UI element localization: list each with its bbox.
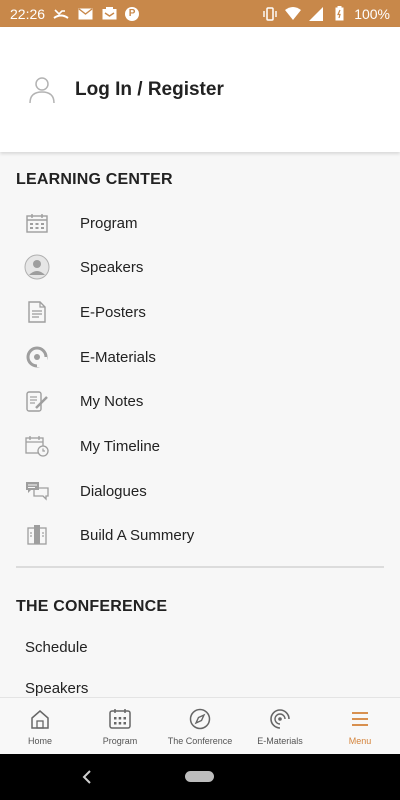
menu-item-program[interactable]: Program [0, 201, 400, 245]
vibrate-icon [262, 6, 278, 22]
menu-item-label: Dialogues [80, 482, 147, 500]
menu-item-speakers[interactable]: Speakers [0, 245, 400, 289]
mail-icon [77, 6, 93, 22]
calendar-icon [24, 210, 50, 236]
menu-item-my-timeline[interactable]: My Timeline [0, 424, 400, 468]
notes-pencil-icon [24, 388, 50, 414]
back-chevron-icon[interactable] [80, 768, 94, 786]
missed-call-icon [53, 6, 69, 22]
e-materials-icon [24, 344, 50, 370]
compass-icon [189, 708, 211, 730]
document-icon [24, 299, 50, 325]
menu-item-label: My Timeline [80, 437, 161, 455]
calendar-icon [109, 708, 131, 730]
home-pill[interactable] [185, 771, 214, 782]
nav-e-materials[interactable]: E-Materials [240, 698, 320, 754]
signal-icon [308, 6, 324, 22]
menu-item-label: Program [80, 214, 138, 232]
nav-label: Menu [348, 736, 372, 746]
app-screen: 22:26 P 100% Log In / Register LEARNING … [0, 0, 400, 800]
battery-icon [331, 6, 347, 22]
inbox-icon [101, 6, 117, 22]
user-outline-icon [29, 76, 55, 103]
nav-label: Home [27, 736, 52, 746]
nav-label: E-Materials [257, 736, 303, 746]
menu-item-build-a-summery[interactable]: Build A Summery [0, 513, 400, 557]
login-register-row[interactable]: Log In / Register [0, 27, 400, 152]
menu-item-label: E-Materials [80, 348, 156, 366]
menu-item-e-materials[interactable]: E-Materials [0, 335, 400, 379]
menu-item-dialogues[interactable]: Dialogues [0, 469, 400, 513]
calendar-clock-icon [24, 433, 50, 459]
menu-item-label: My Notes [80, 392, 144, 410]
login-register-label: Log In / Register [75, 78, 224, 100]
speaker-avatar-icon [24, 254, 50, 280]
the-conference-title: THE CONFERENCE [16, 598, 168, 615]
conference-item-speakers[interactable]: Speakers [25, 680, 88, 697]
chat-bubbles-icon [24, 478, 50, 504]
menu-item-label: Build A Summery [80, 526, 195, 544]
status-time: 22:26 [10, 5, 46, 22]
summary-icon [24, 522, 50, 548]
p-app-icon: P [125, 6, 140, 21]
nav-label: Program [102, 736, 138, 746]
nav-the-conference[interactable]: The Conference [160, 698, 240, 754]
nav-home[interactable]: Home [0, 698, 80, 754]
menu-list[interactable]: LEARNING CENTER Program Speakers E-Poste… [0, 155, 400, 697]
battery-percent: 100% [354, 5, 390, 22]
menu-item-my-notes[interactable]: My Notes [0, 379, 400, 423]
conference-item-schedule[interactable]: Schedule [25, 639, 88, 656]
e-materials-icon [269, 708, 291, 730]
status-left: 22:26 P [10, 5, 140, 22]
nav-program[interactable]: Program [80, 698, 160, 754]
bottom-navigation: Home Program The Conference E-Materials … [0, 697, 400, 754]
hamburger-icon [349, 708, 371, 730]
menu-item-label: Speakers [80, 258, 144, 276]
section-divider [16, 566, 384, 568]
home-icon [29, 708, 51, 730]
wifi-icon [285, 6, 302, 22]
learning-center-title: LEARNING CENTER [16, 171, 173, 188]
nav-menu[interactable]: Menu [320, 698, 400, 754]
system-navigation-bar [0, 754, 400, 800]
status-bar: 22:26 P 100% [0, 0, 400, 27]
status-right: 100% [262, 6, 390, 22]
menu-item-e-posters[interactable]: E-Posters [0, 290, 400, 334]
menu-item-label: E-Posters [80, 303, 146, 321]
nav-label: The Conference [167, 736, 233, 746]
